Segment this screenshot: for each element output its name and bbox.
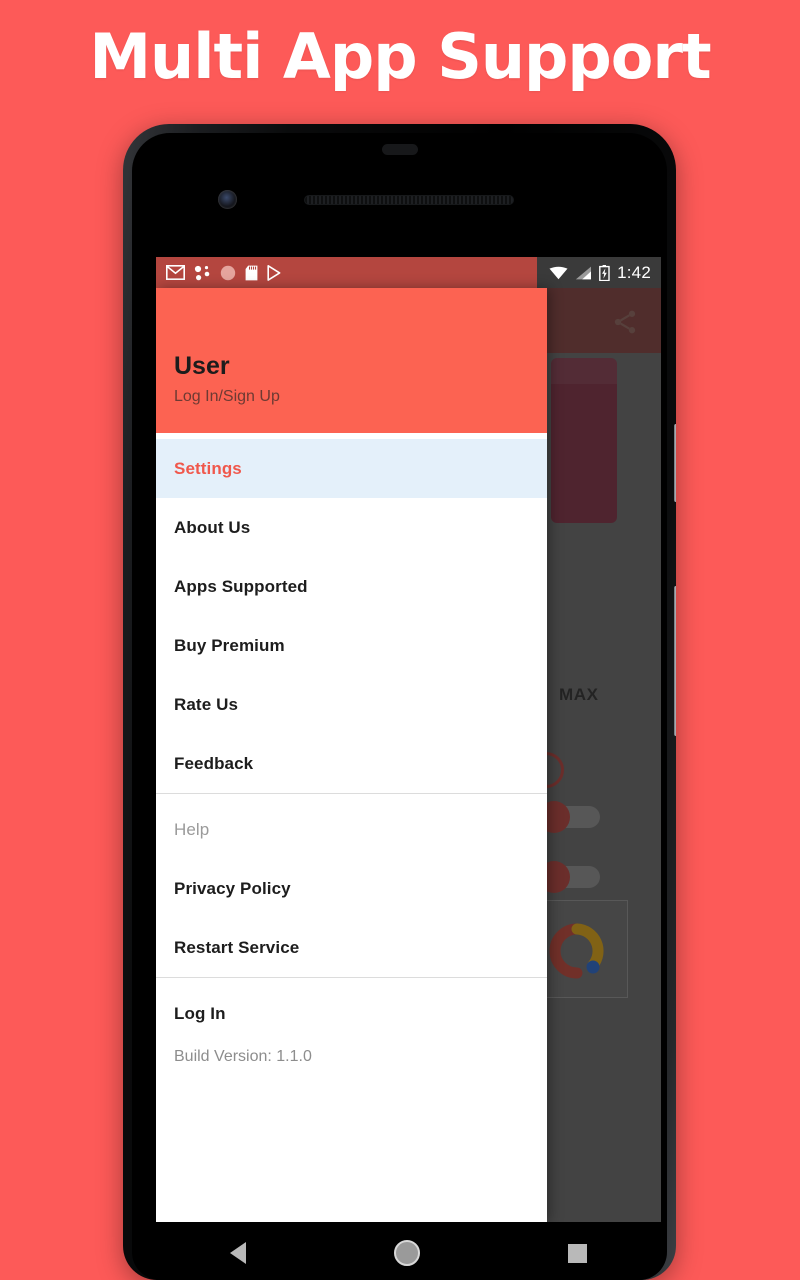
recent-apps-button-icon[interactable]	[568, 1243, 587, 1263]
drawer-section-header-help: Help	[174, 819, 210, 839]
drawer-primary-menu: Settings About Us Apps Supported Buy Pre…	[156, 433, 547, 793]
drawer-help-section: Help Privacy Policy Restart Service	[156, 794, 547, 977]
background-toggle-switch-1[interactable]	[538, 801, 600, 833]
status-bar-clock: 1:42	[617, 262, 651, 282]
drawer-item-privacy-policy[interactable]: Privacy Policy	[156, 859, 547, 918]
drawer-build-version: Build Version: 1.1.0	[174, 1048, 312, 1065]
drawer-header[interactable]: User Log In/Sign Up	[156, 288, 547, 433]
drawer-item-rate-us[interactable]: Rate Us	[156, 675, 547, 734]
volume-button[interactable]	[674, 586, 676, 736]
phone-bezel: 1:42 MAX User Log In/Sign Up Settings Ab…	[132, 133, 667, 1280]
drawer-user-name: User	[174, 352, 230, 380]
share-icon[interactable]	[611, 308, 639, 336]
background-toggle-switch-2[interactable]	[538, 861, 600, 893]
circle-icon	[220, 265, 236, 280]
phone-device-frame: 1:42 MAX User Log In/Sign Up Settings Ab…	[123, 124, 676, 1280]
drawer-item-settings[interactable]: Settings	[156, 439, 547, 498]
phone-screen: 1:42 MAX User Log In/Sign Up Settings Ab…	[156, 257, 661, 1222]
drawer-item-apps-supported[interactable]: Apps Supported	[156, 557, 547, 616]
earpiece-speaker-icon	[304, 195, 514, 205]
drawer-item-log-in[interactable]: Log In	[156, 984, 547, 1043]
android-navigation-bar	[156, 1222, 661, 1280]
status-bar: 1:42	[156, 257, 661, 288]
drawer-item-restart-service[interactable]: Restart Service	[156, 918, 547, 977]
status-bar-system-icons: 1:42	[537, 257, 661, 288]
navigation-drawer: User Log In/Sign Up Settings About Us Ap…	[156, 288, 547, 1222]
proximity-sensor-icon	[381, 144, 418, 155]
play-store-icon	[267, 264, 281, 281]
dots-cluster-icon	[194, 265, 210, 280]
home-button-icon[interactable]	[394, 1240, 420, 1266]
admob-icon	[549, 923, 604, 979]
drawer-item-feedback[interactable]: Feedback	[156, 734, 547, 793]
drawer-item-about-us[interactable]: About Us	[156, 498, 547, 557]
drawer-footer-menu: Log In	[156, 978, 547, 1043]
cellular-signal-icon	[575, 266, 592, 279]
battery-charging-icon	[599, 264, 610, 281]
gmail-icon	[166, 265, 185, 280]
front-camera-icon	[218, 190, 237, 209]
wifi-icon	[549, 266, 568, 279]
background-max-label: MAX	[559, 685, 599, 704]
background-card	[551, 358, 617, 523]
power-button[interactable]	[674, 424, 676, 502]
page-title: Multi App Support	[89, 20, 711, 93]
drawer-item-buy-premium[interactable]: Buy Premium	[156, 616, 547, 675]
back-button-icon[interactable]	[230, 1242, 246, 1264]
sd-card-icon	[245, 265, 258, 280]
status-bar-notification-icons	[156, 264, 282, 281]
drawer-auth-prompt[interactable]: Log In/Sign Up	[174, 388, 280, 406]
